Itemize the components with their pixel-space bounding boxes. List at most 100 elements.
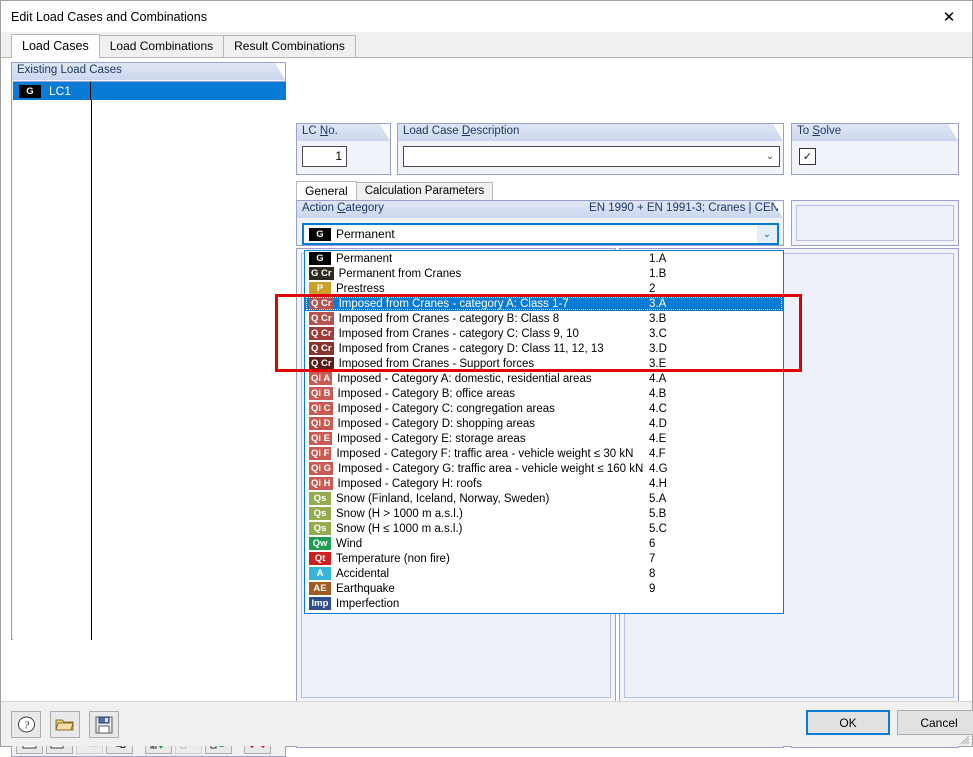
category-badge: Qi C xyxy=(309,402,333,415)
list-item[interactable]: Qw Wind 6 xyxy=(305,536,783,551)
ok-button[interactable]: OK xyxy=(806,710,890,735)
category-badge: Qt xyxy=(309,552,331,565)
list-item[interactable]: AE Earthquake 9 xyxy=(305,581,783,596)
load-case-description-combo[interactable]: ⌄ xyxy=(403,146,780,167)
load-case-type-badge: G xyxy=(19,84,41,98)
category-label: Imperfection xyxy=(336,597,400,610)
close-icon[interactable]: ✕ xyxy=(926,1,972,32)
lcdesc-header-pre: Load Case xyxy=(403,125,462,137)
to-solve-header: To Solve xyxy=(792,124,958,141)
cancel-button[interactable]: Cancel xyxy=(897,710,973,735)
category-badge: AE xyxy=(309,582,331,595)
list-item[interactable]: Imp Imperfection xyxy=(305,596,783,611)
save-icon xyxy=(95,716,113,733)
list-item[interactable]: Qt Temperature (non fire) 7 xyxy=(305,551,783,566)
category-label: Imposed - Category D: shopping areas xyxy=(337,417,536,430)
main-tab-strip: Load Cases Load Combinations Result Comb… xyxy=(1,32,972,58)
category-code: 8 xyxy=(649,567,656,580)
load-cases-table[interactable]: G LC1 xyxy=(13,81,286,640)
category-label: Imposed from Cranes - category A: Class … xyxy=(338,297,569,310)
list-item[interactable]: Qs Snow (Finland, Iceland, Norway, Sweden… xyxy=(305,491,783,506)
category-label: Imposed - Category E: storage areas xyxy=(337,432,526,445)
to-solve-header-accel: S xyxy=(812,125,821,137)
list-item[interactable]: Qi G Imposed - Category G: traffic area -… xyxy=(305,461,783,476)
list-item[interactable]: G Cr Permanent from Cranes 1.B xyxy=(305,266,783,281)
category-label: Prestress xyxy=(336,282,385,295)
category-label: Snow (Finland, Iceland, Norway, Sweden) xyxy=(336,492,550,505)
to-solve-header-pre: To xyxy=(797,125,813,137)
category-code: 3.A xyxy=(649,297,667,310)
selected-category-label: Permanent xyxy=(336,227,395,241)
category-badge: Imp xyxy=(309,597,331,610)
list-item[interactable]: A Accidental 8 xyxy=(305,566,783,581)
tab-load-combinations[interactable]: Load Combinations xyxy=(98,35,225,57)
category-code: 3.D xyxy=(649,342,667,355)
list-item[interactable]: Qi D Imposed - Category D: shopping areas… xyxy=(305,416,783,431)
tab-load-cases[interactable]: Load Cases xyxy=(11,34,100,58)
open-folder-icon xyxy=(55,719,74,731)
list-item[interactable]: Q Cr Imposed from Cranes - category A: Cl… xyxy=(305,296,783,311)
save-button[interactable] xyxy=(89,711,119,738)
action-category-dropdown-list[interactable]: G Permanent 1.A G Cr Permanent from Cranes 1.… xyxy=(304,250,784,614)
table-row[interactable]: G LC1 xyxy=(13,82,286,100)
list-item[interactable]: Q Cr Imposed from Cranes - category B: Cl… xyxy=(305,311,783,326)
tab-calculation-parameters[interactable]: Calculation Parameters xyxy=(355,182,494,200)
list-item[interactable]: P Prestress 2 xyxy=(305,281,783,296)
resize-grip-icon[interactable] xyxy=(958,733,970,745)
list-item[interactable]: Q Cr Imposed from Cranes - Support forces… xyxy=(305,356,783,371)
list-item[interactable]: Qs Snow (H ≤ 1000 m a.s.l.) 5.C xyxy=(305,521,783,536)
load-case-name: LC1 xyxy=(49,84,72,98)
options-top-panel-body xyxy=(796,205,954,241)
existing-load-cases-header: Existing Load Cases xyxy=(12,63,285,80)
action-category-panel: Action Category EN 1990 + EN 1991-3; Cra… xyxy=(296,200,784,246)
general-tab-strip: General Calculation Parameters xyxy=(296,181,959,200)
list-item[interactable]: Qi C Imposed - Category C: congregation a… xyxy=(305,401,783,416)
tab-general[interactable]: General xyxy=(296,181,357,200)
list-item[interactable]: Qi H Imposed - Category H: roofs 4.H xyxy=(305,476,783,491)
list-item[interactable]: G Permanent 1.A xyxy=(305,251,783,266)
category-code: 1.A xyxy=(649,252,667,265)
standard-note: EN 1990 + EN 1991-3; Cranes | CEN xyxy=(589,202,779,214)
tab-result-combinations[interactable]: Result Combinations xyxy=(223,35,356,57)
list-item[interactable]: Q Cr Imposed from Cranes - category D: Cl… xyxy=(305,341,783,356)
list-item[interactable]: Qi A Imposed - Category A: domestic, resi… xyxy=(305,371,783,386)
category-label: Permanent xyxy=(336,252,393,265)
category-code: 3.B xyxy=(649,312,667,325)
category-badge: Qi H xyxy=(309,477,333,490)
category-label: Imposed from Cranes - category C: Class … xyxy=(338,327,579,340)
help-button[interactable]: ? xyxy=(11,711,41,738)
lc-number-input[interactable]: 1 xyxy=(302,146,347,167)
category-code: 3.E xyxy=(649,357,667,370)
category-label: Earthquake xyxy=(336,582,395,595)
list-item[interactable]: Qi B Imposed - Category B: office areas 4.… xyxy=(305,386,783,401)
category-code: 4.B xyxy=(649,387,667,400)
category-badge: Qi D xyxy=(309,417,333,430)
category-badge: P xyxy=(309,282,331,295)
dialog-content: Existing Load Cases G LC1 ‹ › xyxy=(1,58,972,757)
list-item[interactable]: Qi F Imposed - Category F: traffic area -… xyxy=(305,446,783,461)
list-item[interactable]: Q Cr Imposed from Cranes - category C: Cl… xyxy=(305,326,783,341)
category-label: Imposed - Category H: roofs xyxy=(337,477,482,490)
list-item[interactable]: Qi E Imposed - Category E: storage areas 4… xyxy=(305,431,783,446)
category-label: Wind xyxy=(336,537,363,550)
category-badge: A xyxy=(309,567,331,580)
category-badge: Qi G xyxy=(309,462,334,475)
load-case-description-panel: Load Case Description ⌄ xyxy=(397,123,784,175)
category-code: 9 xyxy=(649,582,656,595)
category-badge: G Cr xyxy=(309,267,334,280)
chevron-down-icon[interactable]: ⌄ xyxy=(761,147,779,166)
action-category-header-pre: Action xyxy=(302,202,338,214)
category-badge: Qi E xyxy=(309,432,333,445)
category-code: 5.A xyxy=(649,492,667,505)
category-label: Snow (H ≤ 1000 m a.s.l.) xyxy=(336,522,463,535)
category-code: 4.D xyxy=(649,417,667,430)
category-code: 4.E xyxy=(649,432,667,445)
lc-number-header-pre: LC xyxy=(302,125,320,137)
list-item[interactable]: Qs Snow (H > 1000 m a.s.l.) 5.B xyxy=(305,506,783,521)
open-button[interactable] xyxy=(50,711,80,738)
category-badge: Q Cr xyxy=(309,312,334,325)
to-solve-checkbox[interactable]: ✓ xyxy=(799,148,816,165)
action-category-header: Action Category EN 1990 + EN 1991-3; Cra… xyxy=(297,201,783,218)
chevron-down-icon[interactable]: ⌄ xyxy=(757,225,777,243)
action-category-combo[interactable]: G Permanent ⌄ xyxy=(302,223,779,245)
